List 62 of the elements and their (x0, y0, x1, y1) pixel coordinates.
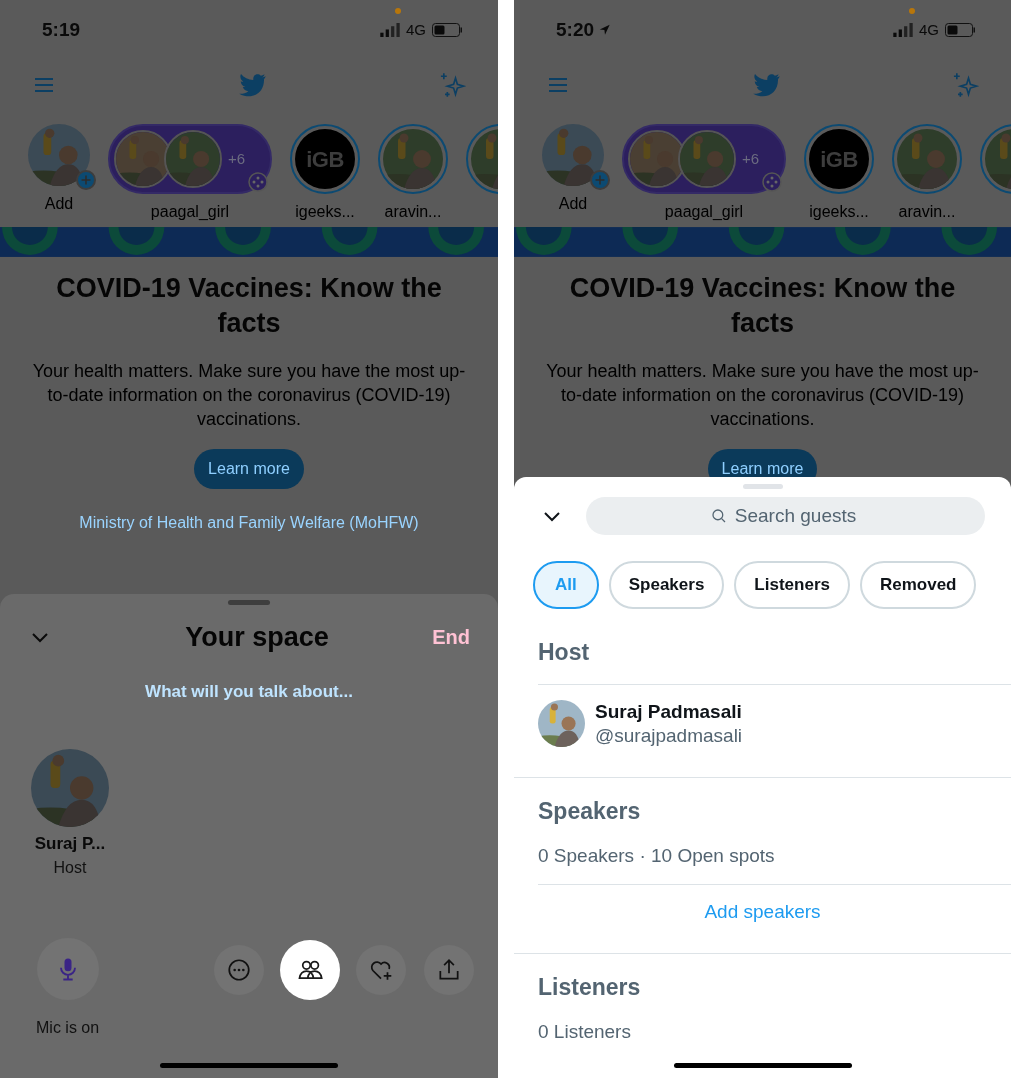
host-name: Suraj P... (34, 832, 106, 855)
drag-handle[interactable] (742, 484, 783, 489)
filter-chip[interactable]: Speakers (608, 561, 725, 609)
spaces-badge-icon (248, 172, 268, 192)
battery-icon (945, 23, 975, 37)
member-handle: @surajpadmasali (595, 723, 743, 748)
banner-title: COVID-19 Vaccines: Know the facts (55, 272, 443, 340)
battery-icon (432, 23, 462, 37)
search-icon (709, 507, 728, 525)
signal-icon (380, 23, 400, 37)
story-label[interactable]: paagal_girl (150, 200, 230, 224)
section-summary: 0 Listeners (537, 1020, 632, 1044)
participant-count: +6 (228, 148, 246, 169)
spaces-badge-icon (762, 172, 782, 192)
add-badge-icon (76, 170, 96, 190)
source-link[interactable]: Ministry of Health and Family Welfare (MoHFW) (79, 511, 419, 535)
host-role: Host (53, 858, 87, 878)
status-time: 5:20 (556, 17, 595, 42)
more-button[interactable] (214, 945, 264, 995)
section-summary: 0 Speakers · 10 Open spots (537, 844, 776, 868)
space-title: Your space (184, 620, 330, 654)
banner-title: COVID-19 Vaccines: Know the facts (568, 272, 957, 340)
network-label: 4G (406, 19, 426, 40)
participant-count: +6 (742, 148, 760, 169)
mic-status: Mic is on (36, 1018, 100, 1038)
story-label[interactable]: aravin... (898, 200, 956, 224)
banner-text: Your health matters. Make sure you have the most up-to-date information on the coronavirus (COVID-19) vaccinations. (545, 360, 980, 431)
heart-plus-button[interactable] (356, 945, 406, 995)
section-heading: Listeners (537, 972, 642, 1002)
section-heading: Host (537, 638, 591, 667)
story-label[interactable]: igeeks... (809, 200, 869, 224)
section-heading: Speakers (537, 796, 642, 826)
story-label[interactable]: aravin... (384, 200, 442, 224)
end-button[interactable]: End (432, 622, 470, 652)
search-field[interactable]: Search guests (586, 497, 985, 535)
people-button[interactable] (280, 940, 340, 1000)
add-badge-icon (590, 170, 610, 190)
filter-chip[interactable]: Removed (859, 561, 977, 609)
share-button[interactable] (424, 945, 474, 995)
story-label[interactable]: Add (558, 192, 588, 216)
story-label[interactable]: igeeks... (295, 200, 355, 224)
logo-text: iGB (306, 145, 344, 174)
learn-more-button[interactable]: Learn more (194, 449, 304, 489)
banner-text: Your health matters. Make sure you have the most up-to-date information on the coronavirus (COVID-19) vaccinations. (31, 360, 467, 431)
space-pill[interactable]: +6 (622, 124, 786, 194)
sparkle-icon[interactable] (438, 71, 466, 99)
status-time: 5:19 (42, 17, 81, 42)
story-label[interactable]: Add (44, 192, 74, 216)
member-name: Suraj Padmasali (595, 699, 743, 724)
topic-field[interactable]: What will you talk about... (145, 679, 353, 705)
story-label[interactable]: paagal_girl (664, 200, 744, 224)
add-speakers-link[interactable]: Add speakers (704, 884, 821, 941)
more-icon (226, 957, 252, 983)
space-pill[interactable]: +6 (108, 124, 272, 194)
logo-text: iGB (820, 145, 858, 174)
filter-chip[interactable]: Listeners (734, 561, 850, 609)
drag-handle[interactable] (228, 600, 270, 605)
filter-chip[interactable]: All (533, 561, 599, 609)
signal-icon (893, 23, 913, 37)
network-label: 4G (919, 19, 939, 40)
share-icon (436, 957, 462, 983)
sparkle-icon[interactable] (951, 71, 979, 99)
